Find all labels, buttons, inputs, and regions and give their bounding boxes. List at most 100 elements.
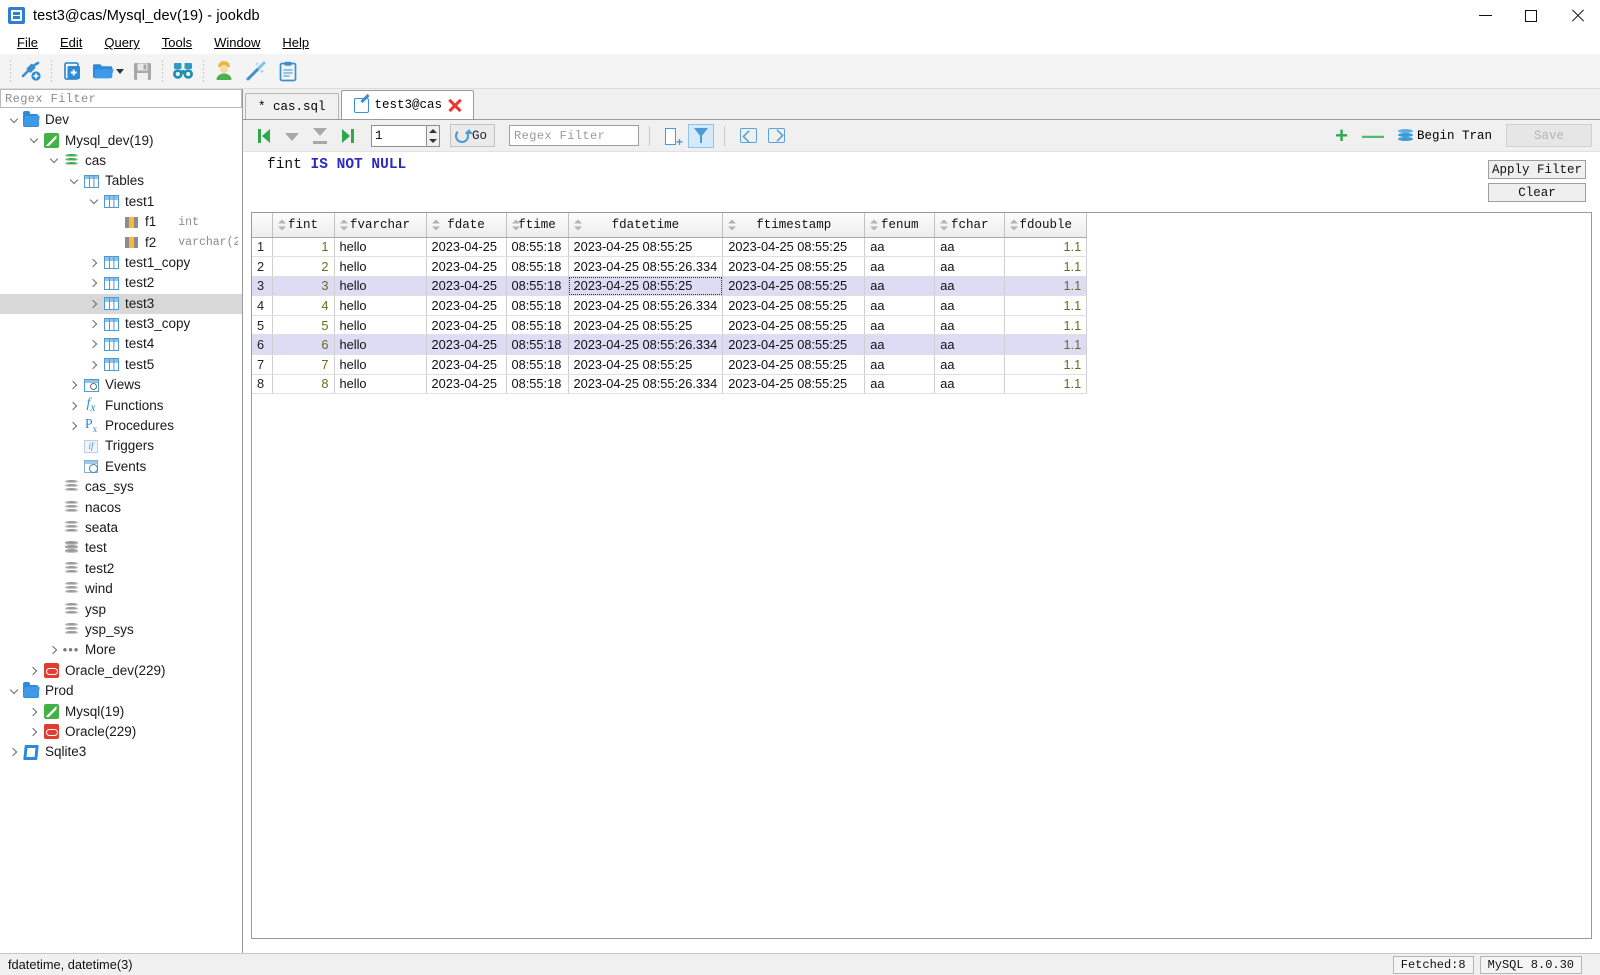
cell-fvarchar[interactable]: hello xyxy=(334,374,427,395)
column-header-fchar[interactable]: fchar xyxy=(934,213,1006,238)
cell-fenum[interactable]: aa xyxy=(864,374,936,395)
cell-fdate[interactable]: 2023-04-25 xyxy=(426,374,507,395)
tree-node-views[interactable]: Views xyxy=(0,375,242,395)
row-number[interactable]: 3 xyxy=(252,276,273,297)
column-header-ftimestamp[interactable]: ftimestamp xyxy=(722,213,866,238)
close-button[interactable] xyxy=(1554,0,1600,31)
find-icon[interactable] xyxy=(167,56,199,86)
tree-node-test[interactable]: test xyxy=(0,538,242,558)
cell-fdatetime[interactable]: 2023-04-25 08:55:25 xyxy=(568,354,724,375)
begin-tran-button[interactable]: Begin Tran xyxy=(1397,128,1492,143)
go-button[interactable]: Go xyxy=(450,124,496,147)
cell-fint[interactable]: 6 xyxy=(272,334,335,356)
cell-ftimestamp[interactable]: 2023-04-25 08:55:25 xyxy=(722,237,866,258)
tree-node-test1[interactable]: test1 xyxy=(0,192,242,212)
cell-fdate[interactable]: 2023-04-25 xyxy=(426,237,507,258)
chevron-right-icon[interactable] xyxy=(26,704,42,720)
table-row[interactable]: 7 7 hello 2023-04-25 08:55:18 2023-04-25 08:5… xyxy=(252,354,1088,375)
cell-fvarchar[interactable]: hello xyxy=(334,276,427,297)
cell-fdouble[interactable]: 1.1 xyxy=(1004,276,1088,297)
chevron-down-icon[interactable] xyxy=(86,194,102,210)
chevron-right-icon[interactable] xyxy=(66,418,82,434)
menu-window[interactable]: Window xyxy=(203,33,271,52)
close-icon[interactable] xyxy=(448,99,461,112)
tree-node-more[interactable]: ••• More xyxy=(0,640,242,660)
chevron-right-icon[interactable] xyxy=(66,377,82,393)
filter-funnel-icon[interactable] xyxy=(688,123,715,148)
cell-ftime[interactable]: 08:55:18 xyxy=(506,315,569,336)
save-icon[interactable] xyxy=(126,56,158,86)
cell-fvarchar[interactable]: hello xyxy=(334,237,427,258)
open-folder-icon[interactable] xyxy=(88,56,120,86)
sort-icon[interactable] xyxy=(573,219,582,231)
tree-node-functions[interactable]: fx Functions xyxy=(0,395,242,415)
menu-edit[interactable]: Edit xyxy=(49,33,93,52)
cell-ftimestamp[interactable]: 2023-04-25 08:55:25 xyxy=(722,315,866,336)
chevron-right-icon[interactable] xyxy=(86,255,102,271)
menu-tools[interactable]: Tools xyxy=(151,33,203,52)
magic-wand-icon[interactable] xyxy=(240,56,272,86)
page-spinner[interactable] xyxy=(427,124,440,147)
chevron-right-icon[interactable] xyxy=(26,724,42,740)
chevron-down-icon[interactable] xyxy=(46,153,62,169)
tree-node-cas-sys[interactable]: cas_sys xyxy=(0,477,242,497)
cell-ftimestamp[interactable]: 2023-04-25 08:55:25 xyxy=(722,276,866,297)
cell-ftime[interactable]: 08:55:18 xyxy=(506,295,569,316)
column-header-fdatetime[interactable]: fdatetime xyxy=(568,213,724,238)
sidebar-filter-input[interactable]: Regex Filter xyxy=(0,89,242,108)
tree-node-tables[interactable]: Tables xyxy=(0,171,242,191)
chevron-down-icon[interactable] xyxy=(6,112,22,128)
cell-ftime[interactable]: 08:55:18 xyxy=(506,334,569,356)
object-tree[interactable]: Dev Mysql_dev(19) cas Tables test1 f1 int f2 var… xyxy=(0,108,242,953)
row-number[interactable]: 5 xyxy=(252,315,273,336)
tree-node-prod[interactable]: Prod xyxy=(0,681,242,701)
chevron-down-icon[interactable] xyxy=(6,683,22,699)
page-number-input[interactable]: 1 xyxy=(371,124,427,147)
cell-fdouble[interactable]: 1.1 xyxy=(1004,315,1088,336)
cell-fvarchar[interactable]: hello xyxy=(334,256,427,277)
cell-fint[interactable]: 8 xyxy=(272,374,335,395)
sort-icon[interactable] xyxy=(940,219,949,231)
cell-fdate[interactable]: 2023-04-25 xyxy=(426,315,507,336)
cell-fdatetime[interactable]: 2023-04-25 08:55:25 xyxy=(568,276,724,297)
tree-node-triggers[interactable]: if Triggers xyxy=(0,436,242,456)
row-number[interactable]: 7 xyxy=(252,354,273,375)
data-grid[interactable]: fint fvarchar fdate ftime fdatetime ftimestam… xyxy=(251,212,1592,939)
menu-query[interactable]: Query xyxy=(93,33,150,52)
column-header-fdouble[interactable]: fdouble xyxy=(1004,213,1088,238)
cell-fdouble[interactable]: 1.1 xyxy=(1004,354,1088,375)
cell-fvarchar[interactable]: hello xyxy=(334,315,427,336)
user-icon[interactable] xyxy=(208,56,240,86)
chevron-right-icon[interactable] xyxy=(86,275,102,291)
cell-ftime[interactable]: 08:55:18 xyxy=(506,374,569,395)
cell-fchar[interactable]: aa xyxy=(934,354,1006,375)
cell-fint[interactable]: 4 xyxy=(272,295,335,316)
table-row[interactable]: 6 6 hello 2023-04-25 08:55:18 2023-04-25 08:5… xyxy=(252,334,1088,356)
grid-regex-filter-input[interactable]: Regex Filter xyxy=(509,125,640,146)
tree-node-test3[interactable]: test3 xyxy=(0,293,242,314)
tab-cas-sql[interactable]: * cas.sql xyxy=(245,93,339,119)
cell-fchar[interactable]: aa xyxy=(934,334,1006,356)
chevron-right-icon[interactable] xyxy=(86,316,102,332)
tree-node-test4[interactable]: test4 xyxy=(0,334,242,354)
row-number[interactable]: 8 xyxy=(252,374,273,395)
cell-fenum[interactable]: aa xyxy=(864,237,936,258)
add-row-button[interactable]: + xyxy=(1335,124,1348,147)
tree-node-mysql-dev-19-[interactable]: Mysql_dev(19) xyxy=(0,130,242,150)
cell-fdatetime[interactable]: 2023-04-25 08:55:26.334 xyxy=(568,374,724,395)
cell-fint[interactable]: 1 xyxy=(272,237,335,258)
table-row[interactable]: 8 8 hello 2023-04-25 08:55:18 2023-04-25 08:5… xyxy=(252,374,1088,395)
table-row[interactable]: 1 1 hello 2023-04-25 08:55:18 2023-04-25 08:5… xyxy=(252,237,1088,258)
cell-fdatetime[interactable]: 2023-04-25 08:55:25 xyxy=(568,315,724,336)
cell-fdatetime[interactable]: 2023-04-25 08:55:25 xyxy=(568,237,724,258)
tree-node-test3-copy[interactable]: test3_copy xyxy=(0,314,242,334)
cell-fdouble[interactable]: 1.1 xyxy=(1004,334,1088,356)
chevron-down-icon[interactable] xyxy=(26,133,42,149)
cell-fchar[interactable]: aa xyxy=(934,295,1006,316)
cell-fenum[interactable]: aa xyxy=(864,256,936,277)
cell-fchar[interactable]: aa xyxy=(934,276,1006,297)
cell-fenum[interactable]: aa xyxy=(864,315,936,336)
sort-icon[interactable] xyxy=(728,219,737,231)
tree-node-test2[interactable]: test2 xyxy=(0,273,242,293)
filter-expression-area[interactable]: fint IS NOT NULL Apply Filter Clear xyxy=(243,152,1600,212)
